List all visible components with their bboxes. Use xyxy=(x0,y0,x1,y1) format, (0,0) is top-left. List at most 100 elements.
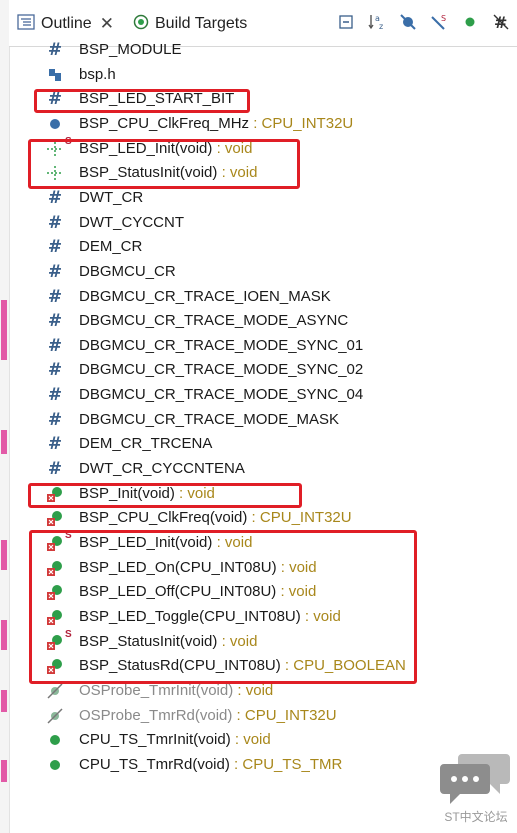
macro-hash-icon: # xyxy=(47,40,63,60)
variable-icon xyxy=(45,114,65,134)
outline-item[interactable]: bsp.h xyxy=(9,63,509,87)
macro-hash-icon: # xyxy=(47,237,63,258)
item-name: BSP_MODULE xyxy=(79,41,182,58)
item-name: DBGMCU_CR_TRACE_MODE_SYNC_04 xyxy=(79,386,364,404)
include-icon xyxy=(45,65,65,85)
outline-item[interactable]: # DBGMCU_CR xyxy=(9,260,509,284)
item-type: : void xyxy=(233,681,274,699)
macro-hash-icon: # xyxy=(47,261,63,282)
hide-macros-icon[interactable]: # xyxy=(491,12,511,32)
outline-item-label: DWT_CR_CYCCNTENA xyxy=(79,460,245,477)
macro-hash-icon: # xyxy=(47,335,63,356)
close-icon[interactable]: ✕ xyxy=(100,14,114,34)
tab-build-targets[interactable]: Build Targets xyxy=(133,9,247,39)
item-name: OSProbe_TmrInit(void) xyxy=(79,681,234,699)
outline-item-label: BSP_MODULE xyxy=(79,41,182,58)
outline-item-label: DBGMCU_CR_TRACE_IOEN_MASK xyxy=(79,288,331,305)
watermark-text: ST中文论坛 xyxy=(444,810,508,824)
outline-toolbar: az S # xyxy=(336,12,511,32)
tab-outline[interactable]: Outline ✕ xyxy=(17,9,114,39)
macro-hash-icon: # xyxy=(47,459,63,480)
item-name: BSP_CPU_ClkFreq(void) xyxy=(79,509,248,527)
item-name: DBGMCU_CR_TRACE_IOEN_MASK xyxy=(79,287,331,305)
tab-outline-label: Outline xyxy=(41,15,92,32)
outline-item-label: DBGMCU_CR_TRACE_MODE_MASK xyxy=(79,411,339,428)
item-name: CPU_TS_TmrInit(void) xyxy=(79,731,231,749)
outline-item[interactable]: # DBGMCU_CR_TRACE_IOEN_MASK xyxy=(9,285,509,309)
outline-item[interactable]: CPU_TS_TmrInit(void) : void xyxy=(9,728,509,752)
outline-item-label: DEM_CR xyxy=(79,238,142,255)
outline-item-label: DWT_CR xyxy=(79,189,143,206)
item-type: : CPU_INT32U xyxy=(249,114,354,132)
item-name: DWT_CR_CYCCNTENA xyxy=(79,460,245,478)
marker xyxy=(1,430,7,454)
build-target-icon xyxy=(133,14,149,35)
outline-item[interactable]: BSP_CPU_ClkFreq(void) : CPU_INT32U xyxy=(9,506,509,530)
outline-item[interactable]: CPU_TS_TmrRd(void) : CPU_TS_TMR xyxy=(9,753,509,777)
outline-item-label: DWT_CYCCNT xyxy=(79,214,184,231)
outline-item-label: DBGMCU_CR_TRACE_MODE_SYNC_01 xyxy=(79,337,363,354)
chat-bubble-icon xyxy=(440,754,510,804)
outline-item[interactable]: # DBGMCU_CR_TRACE_MODE_MASK xyxy=(9,408,509,432)
item-name: DWT_CYCCNT xyxy=(79,213,184,231)
item-type: : CPU_TS_TMR xyxy=(229,755,343,773)
outline-item-label: DBGMCU_CR_TRACE_MODE_ASYNC xyxy=(79,312,348,329)
outline-icon xyxy=(17,13,35,36)
outline-item-label: DBGMCU_CR xyxy=(79,263,176,280)
item-type: : CPU_INT32U xyxy=(247,509,352,527)
item-name: DBGMCU_CR_TRACE_MODE_SYNC_02 xyxy=(79,361,364,379)
outline-item[interactable]: # BSP_MODULE xyxy=(9,38,509,62)
marker xyxy=(1,690,7,712)
outline-item-label: OSProbe_TmrRd(void) : CPU_INT32U xyxy=(79,707,337,724)
item-name: DWT_CR xyxy=(79,188,144,206)
macro-hash-icon: # xyxy=(47,311,63,332)
function-icon xyxy=(45,730,65,750)
outline-item[interactable]: # DEM_CR xyxy=(9,235,509,259)
outline-item-label: CPU_TS_TmrInit(void) : void xyxy=(79,731,271,748)
outline-item[interactable]: # DWT_CR xyxy=(9,186,509,210)
macro-hash-icon: # xyxy=(47,360,63,381)
macro-hash-icon: # xyxy=(47,212,63,233)
item-name: OSProbe_TmrRd(void) xyxy=(79,706,233,724)
item-name: DBGMCU_CR_TRACE_MODE_ASYNC xyxy=(79,312,349,330)
highlight-box xyxy=(34,89,250,113)
outline-item-label: BSP_CPU_ClkFreq_MHz : CPU_INT32U xyxy=(79,115,353,132)
marker xyxy=(1,300,7,360)
sort-alpha-icon[interactable]: az xyxy=(367,12,387,32)
hide-fields-icon[interactable] xyxy=(398,12,418,32)
item-type: : CPU_INT32U xyxy=(232,706,337,724)
marker xyxy=(1,620,7,650)
svg-text:z: z xyxy=(379,22,383,31)
marker xyxy=(1,760,7,782)
outline-item[interactable]: # DBGMCU_CR_TRACE_MODE_SYNC_01 xyxy=(9,334,509,358)
marker xyxy=(1,540,7,570)
outline-item[interactable]: # DWT_CR_CYCCNTENA xyxy=(9,457,509,481)
item-name: CPU_TS_TmrRd(void) xyxy=(79,755,230,773)
collapse-all-icon[interactable] xyxy=(336,12,356,32)
outline-item-label: OSProbe_TmrInit(void) : void xyxy=(79,682,273,699)
item-name: DEM_CR xyxy=(79,238,143,256)
hide-static-icon[interactable]: S xyxy=(429,12,449,32)
macro-hash-icon: # xyxy=(47,187,63,208)
item-name: bsp.h xyxy=(79,65,116,83)
outline-item-label: DEM_CR_TRCENA xyxy=(79,435,212,452)
outline-item[interactable]: BSP_CPU_ClkFreq_MHz : CPU_INT32U xyxy=(9,112,509,136)
forum-watermark: ST中文论坛 xyxy=(440,750,510,830)
outline-item[interactable]: # DEM_CR_TRCENA xyxy=(9,432,509,456)
macro-hash-icon: # xyxy=(47,409,63,430)
outline-item[interactable]: # DBGMCU_CR_TRACE_MODE_SYNC_02 xyxy=(9,358,509,382)
outline-item[interactable]: # DWT_CYCCNT xyxy=(9,211,509,235)
macro-hash-icon: # xyxy=(47,385,63,406)
item-name: BSP_CPU_ClkFreq_MHz xyxy=(79,114,250,132)
outline-item-label: bsp.h xyxy=(79,66,116,83)
highlight-box xyxy=(28,139,300,189)
svg-text:S: S xyxy=(441,14,446,23)
hide-nonpublic-icon[interactable] xyxy=(460,12,480,32)
outline-item[interactable]: OSProbe_TmrRd(void) : CPU_INT32U xyxy=(9,704,509,728)
outline-item[interactable]: # DBGMCU_CR_TRACE_MODE_SYNC_04 xyxy=(9,383,509,407)
item-name: DEM_CR_TRCENA xyxy=(79,435,213,453)
outline-item-label: DBGMCU_CR_TRACE_MODE_SYNC_02 xyxy=(79,361,363,378)
macro-hash-icon: # xyxy=(47,286,63,307)
macro-hash-icon: # xyxy=(47,434,63,455)
outline-item[interactable]: # DBGMCU_CR_TRACE_MODE_ASYNC xyxy=(9,309,509,333)
